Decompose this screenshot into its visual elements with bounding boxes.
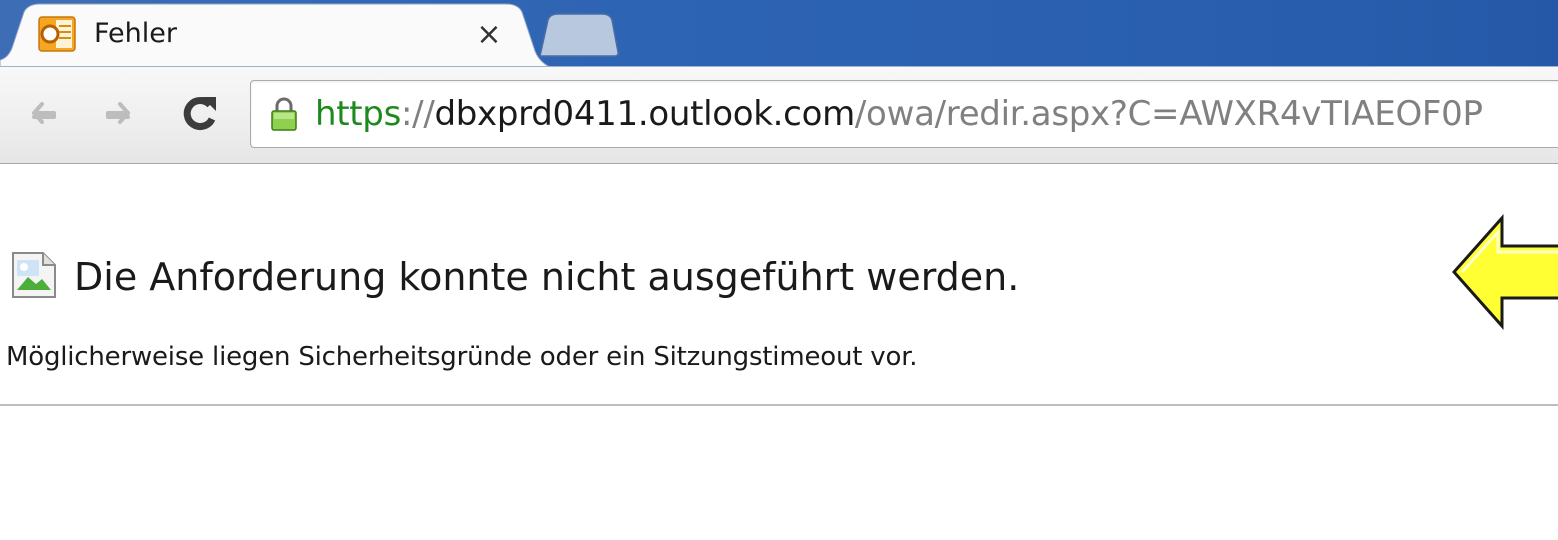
tab-title: Fehler <box>94 18 177 49</box>
tab-strip: Fehler × <box>0 0 1558 68</box>
outlook-icon <box>38 16 76 52</box>
arrow-left-icon[interactable] <box>14 87 70 143</box>
broken-image-icon <box>12 252 56 298</box>
new-tab-icon[interactable] <box>534 0 624 68</box>
reload-icon[interactable] <box>172 87 228 143</box>
page-content: Die Anforderung konnte nicht ausgeführt … <box>0 164 1558 540</box>
arrow-right-icon[interactable] <box>94 87 150 143</box>
address-bar[interactable]: https://dbxprd0411.outlook.com/owa/redir… <box>250 80 1558 148</box>
url-separator: :// <box>401 94 435 134</box>
yellow-arrow-left-icon <box>1451 214 1558 330</box>
url-host: dbxprd0411.outlook.com <box>434 94 855 134</box>
page-title: Die Anforderung konnte nicht ausgeführt … <box>74 255 1020 299</box>
url-path: /owa/redir.aspx?C=AWXR4vTIAEOF0P <box>854 94 1483 134</box>
divider <box>0 404 1558 406</box>
error-message: Möglicherweise liegen Sicherheitsgründe … <box>6 342 918 372</box>
url-scheme: https <box>315 94 402 134</box>
lock-icon <box>271 97 297 131</box>
toolbar: https://dbxprd0411.outlook.com/owa/redir… <box>0 66 1558 165</box>
url-text: https://dbxprd0411.outlook.com/owa/redir… <box>315 93 1483 135</box>
browser-window: Fehler × https://dbxprd0411.outlook.com/… <box>0 0 1558 540</box>
tab-close-icon[interactable]: × <box>472 18 506 52</box>
